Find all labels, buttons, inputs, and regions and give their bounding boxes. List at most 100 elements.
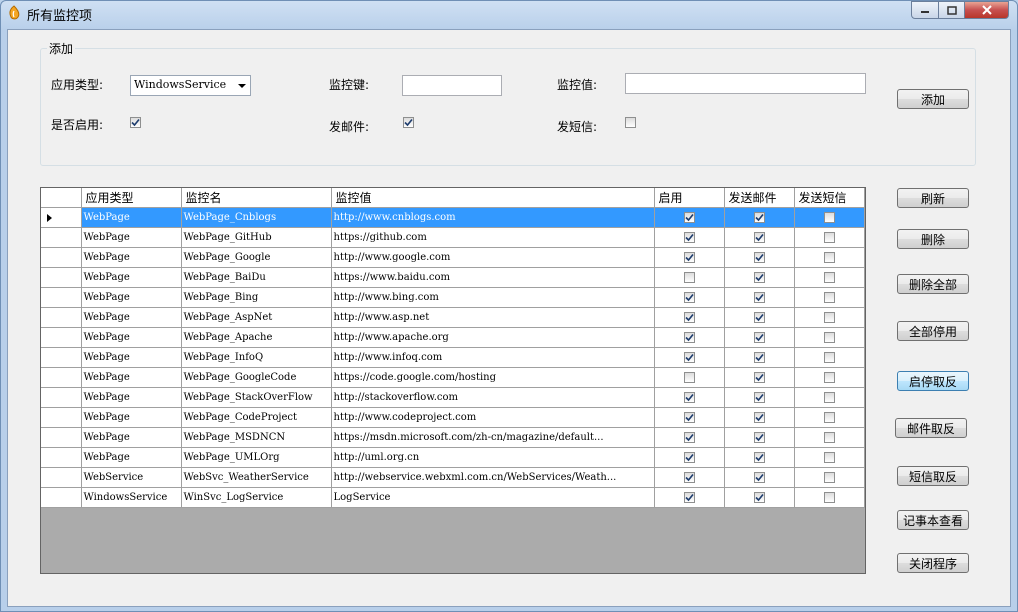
cell-name[interactable]: WebPage_StackOverFlow bbox=[181, 387, 332, 408]
row-header[interactable] bbox=[41, 227, 82, 248]
enabled-checkbox[interactable] bbox=[683, 272, 695, 283]
row-header[interactable] bbox=[41, 427, 82, 448]
mail-checkbox[interactable] bbox=[753, 332, 765, 343]
cell-value[interactable]: http://uml.org.cn bbox=[331, 447, 655, 468]
table-row[interactable]: WindowsService WinSvc_LogService LogServic… bbox=[41, 487, 865, 508]
sms-checkbox[interactable] bbox=[823, 452, 835, 463]
cell-name[interactable]: WebPage_UMLOrg bbox=[181, 447, 332, 468]
mail-checkbox[interactable] bbox=[753, 312, 765, 323]
close-app-button[interactable]: 关闭程序 bbox=[897, 553, 969, 573]
row-header[interactable] bbox=[41, 287, 82, 308]
cell-type[interactable]: WebPage bbox=[81, 307, 182, 328]
cell-name[interactable]: WebPage_BaiDu bbox=[181, 267, 332, 288]
mail-checkbox[interactable] bbox=[753, 232, 765, 243]
mail-checkbox[interactable] bbox=[753, 372, 765, 383]
cell-value[interactable]: https://msdn.microsoft.com/zh-cn/magazin… bbox=[331, 427, 655, 448]
sms-checkbox[interactable] bbox=[823, 472, 835, 483]
col-header-value[interactable]: 监控值 bbox=[331, 188, 655, 208]
cell-value[interactable]: http://www.codeproject.com bbox=[331, 407, 655, 428]
cell-name[interactable]: WebPage_GitHub bbox=[181, 227, 332, 248]
cell-type[interactable]: WebPage bbox=[81, 347, 182, 368]
row-header[interactable] bbox=[41, 267, 82, 288]
row-header[interactable] bbox=[41, 327, 82, 348]
cell-name[interactable]: WebPage_MSDNCN bbox=[181, 427, 332, 448]
enabled-checkbox[interactable] bbox=[130, 117, 141, 128]
sms-checkbox[interactable] bbox=[823, 232, 835, 243]
table-row[interactable]: WebPage WebPage_UMLOrg http://uml.org.cn bbox=[41, 447, 865, 468]
enabled-checkbox[interactable] bbox=[683, 432, 695, 443]
row-header[interactable] bbox=[41, 247, 82, 268]
monitor-grid[interactable]: 应用类型 监控名 监控值 启用 发送邮件 发送短信 WebPage WebPage… bbox=[40, 187, 866, 574]
table-row[interactable]: WebPage WebPage_Google http://www.google.c… bbox=[41, 247, 865, 268]
row-header[interactable] bbox=[41, 347, 82, 368]
toggle-mail-button[interactable]: 邮件取反 bbox=[895, 418, 967, 438]
sms-checkbox[interactable] bbox=[823, 292, 835, 303]
cell-name[interactable]: WebPage_GoogleCode bbox=[181, 367, 332, 388]
row-header[interactable] bbox=[41, 307, 82, 328]
cell-type[interactable]: WebPage bbox=[81, 327, 182, 348]
cell-type[interactable]: WebService bbox=[81, 467, 182, 488]
enabled-checkbox[interactable] bbox=[683, 212, 695, 223]
cell-type[interactable]: WebPage bbox=[81, 447, 182, 468]
col-header-mail[interactable]: 发送邮件 bbox=[724, 188, 795, 208]
enabled-checkbox[interactable] bbox=[683, 292, 695, 303]
row-header[interactable] bbox=[41, 407, 82, 428]
sms-checkbox[interactable] bbox=[823, 212, 835, 223]
enabled-checkbox[interactable] bbox=[683, 392, 695, 403]
sms-checkbox[interactable] bbox=[823, 312, 835, 323]
table-row[interactable]: WebPage WebPage_AspNet http://www.asp.net bbox=[41, 307, 865, 328]
enabled-checkbox[interactable] bbox=[683, 352, 695, 363]
cell-type[interactable]: WebPage bbox=[81, 407, 182, 428]
sms-checkbox[interactable] bbox=[823, 272, 835, 283]
add-button[interactable]: 添加 bbox=[897, 89, 969, 109]
table-row[interactable]: WebPage WebPage_MSDNCN https://msdn.micros… bbox=[41, 427, 865, 448]
toggle-sms-button[interactable]: 短信取反 bbox=[897, 466, 969, 486]
table-row[interactable]: WebPage WebPage_GitHub https://github.com bbox=[41, 227, 865, 248]
send-sms-checkbox[interactable] bbox=[625, 117, 636, 128]
maximize-button[interactable] bbox=[939, 1, 965, 19]
disable-all-button[interactable]: 全部停用 bbox=[897, 321, 969, 341]
table-row[interactable]: WebPage WebPage_CodeProject http://www.cod… bbox=[41, 407, 865, 428]
mail-checkbox[interactable] bbox=[753, 472, 765, 483]
cell-type[interactable]: WebPage bbox=[81, 427, 182, 448]
cell-value[interactable]: http://www.asp.net bbox=[331, 307, 655, 328]
table-row[interactable]: WebService WebSvc_WeatherService http://we… bbox=[41, 467, 865, 488]
cell-type[interactable]: WebPage bbox=[81, 367, 182, 388]
cell-value[interactable]: https://www.baidu.com bbox=[331, 267, 655, 288]
cell-value[interactable]: https://github.com bbox=[331, 227, 655, 248]
sms-checkbox[interactable] bbox=[823, 492, 835, 503]
mail-checkbox[interactable] bbox=[753, 212, 765, 223]
cell-name[interactable]: WebPage_InfoQ bbox=[181, 347, 332, 368]
col-header-enabled[interactable]: 启用 bbox=[654, 188, 725, 208]
close-button[interactable] bbox=[965, 1, 1009, 19]
sms-checkbox[interactable] bbox=[823, 412, 835, 423]
title-bar[interactable]: 所有监控项 bbox=[1, 1, 1017, 25]
send-mail-checkbox[interactable] bbox=[403, 117, 414, 128]
row-header[interactable] bbox=[41, 367, 82, 388]
col-header-sms[interactable]: 发送短信 bbox=[794, 188, 865, 208]
monitor-value-input[interactable] bbox=[625, 73, 866, 94]
mail-checkbox[interactable] bbox=[753, 492, 765, 503]
mail-checkbox[interactable] bbox=[753, 412, 765, 423]
mail-checkbox[interactable] bbox=[753, 452, 765, 463]
cell-type[interactable]: WebPage bbox=[81, 387, 182, 408]
cell-name[interactable]: WinSvc_LogService bbox=[181, 487, 332, 508]
cell-name[interactable]: WebSvc_WeatherService bbox=[181, 467, 332, 488]
cell-name[interactable]: WebPage_AspNet bbox=[181, 307, 332, 328]
monitor-key-input[interactable] bbox=[402, 75, 502, 96]
mail-checkbox[interactable] bbox=[753, 252, 765, 263]
delete-all-button[interactable]: 删除全部 bbox=[897, 274, 969, 294]
enabled-checkbox[interactable] bbox=[683, 492, 695, 503]
mail-checkbox[interactable] bbox=[753, 432, 765, 443]
cell-name[interactable]: WebPage_Bing bbox=[181, 287, 332, 308]
col-header-name[interactable]: 监控名 bbox=[181, 188, 332, 208]
cell-type[interactable]: WebPage bbox=[81, 227, 182, 248]
enabled-checkbox[interactable] bbox=[683, 452, 695, 463]
cell-value[interactable]: http://stackoverflow.com bbox=[331, 387, 655, 408]
minimize-button[interactable] bbox=[911, 1, 939, 19]
table-row[interactable]: WebPage WebPage_Cnblogs http://www.cnblogs… bbox=[41, 207, 865, 228]
chevron-down-icon[interactable] bbox=[238, 84, 246, 88]
row-header[interactable] bbox=[41, 207, 82, 228]
cell-value[interactable]: http://www.cnblogs.com bbox=[331, 207, 655, 228]
sms-checkbox[interactable] bbox=[823, 352, 835, 363]
